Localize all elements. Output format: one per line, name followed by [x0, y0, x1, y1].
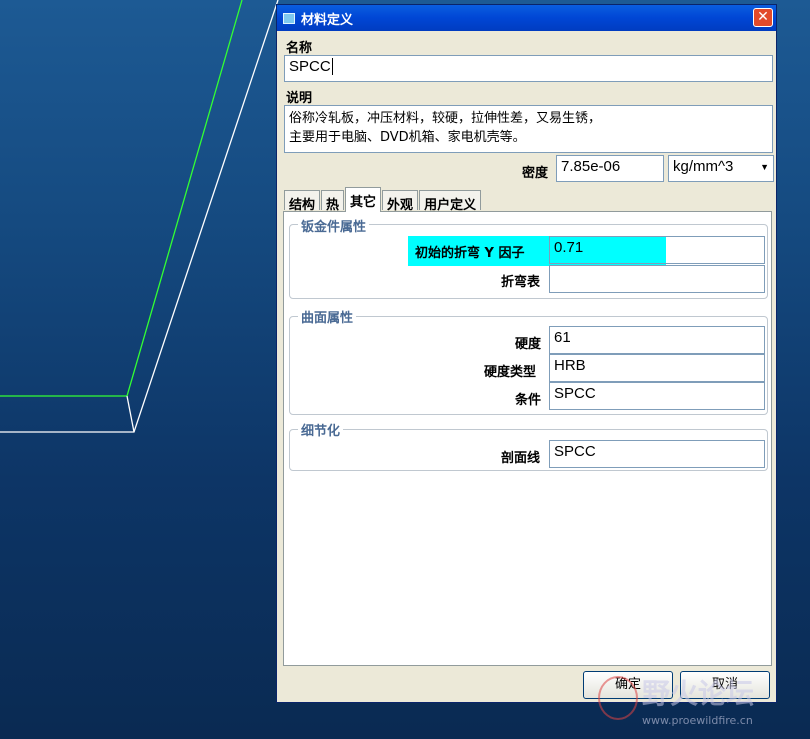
- y-factor-field[interactable]: 0.71: [549, 236, 765, 264]
- model-edge-white: [0, 0, 279, 433]
- tab-thermal[interactable]: 热: [321, 190, 345, 213]
- hardness-type-label: 硬度类型: [484, 365, 537, 380]
- tab-other[interactable]: 其它: [345, 187, 382, 212]
- model-edge-white-corner: [126, 395, 135, 433]
- bend-table-field[interactable]: [549, 265, 765, 293]
- bend-table-label: 折弯表: [501, 275, 541, 290]
- y-factor-label: 初始的折弯 Y 因子: [415, 246, 525, 261]
- hardness-type-field[interactable]: HRB: [549, 354, 765, 382]
- section-line-label: 剖面线: [501, 451, 541, 466]
- condition-field[interactable]: SPCC: [549, 382, 765, 410]
- text-cursor: [331, 58, 333, 75]
- model-edge-green: [0, 0, 243, 397]
- name-value: SPCC: [289, 58, 331, 75]
- description-label: 说明: [286, 91, 313, 106]
- name-field[interactable]: SPCC: [284, 55, 773, 82]
- section-line-field[interactable]: SPCC: [549, 440, 765, 468]
- watermark: 野火论坛 www.proewildfire.cn: [598, 672, 808, 736]
- density-unit-select[interactable]: kg/mm^3 ▼: [668, 155, 774, 182]
- window-icon: [283, 12, 295, 24]
- close-button[interactable]: ✕: [753, 8, 773, 27]
- sheetmetal-group-title: 钣金件属性: [298, 216, 370, 235]
- description-line-1: 俗称冷轧板，冲压材料，较硬，拉伸性差，又易生锈，: [289, 111, 602, 126]
- chevron-down-icon: ▼: [760, 162, 769, 172]
- hardness-field[interactable]: 61: [549, 326, 765, 354]
- density-unit-value: kg/mm^3: [673, 158, 734, 175]
- tab-panel-other: 钣金件属性 初始的折弯 Y 因子 0.71 折弯表 曲面属性 硬度 61 硬度类…: [283, 211, 772, 666]
- description-field[interactable]: 俗称冷轧板，冲压材料，较硬，拉伸性差，又易生锈， 主要用于电脑、DVD机箱、家电…: [284, 105, 773, 153]
- tab-appearance[interactable]: 外观: [382, 190, 419, 213]
- tab-user-defined[interactable]: 用户定义: [419, 190, 482, 213]
- dialog-title: 材料定义: [301, 12, 354, 28]
- material-definition-dialog: 材料定义 ✕ 名称 SPCC 说明 俗称冷轧板，冲压材料，较硬，拉伸性差，又易生…: [276, 4, 777, 703]
- density-label: 密度: [522, 166, 549, 181]
- tab-bar: 结构 热 其它 外观 用户定义: [284, 187, 482, 213]
- tab-structure[interactable]: 结构: [284, 190, 321, 213]
- description-line-2: 主要用于电脑、DVD机箱、家电机壳等。: [289, 130, 526, 145]
- watermark-logo-icon: [598, 676, 638, 720]
- name-label: 名称: [286, 41, 313, 56]
- condition-label: 条件: [515, 393, 542, 408]
- hardness-label: 硬度: [515, 337, 542, 352]
- title-bar[interactable]: 材料定义 ✕: [277, 5, 776, 31]
- watermark-url: www.proewildfire.cn: [642, 714, 753, 727]
- surface-group-title: 曲面属性: [298, 307, 357, 326]
- close-icon: ✕: [757, 9, 769, 25]
- detail-group-title: 细节化: [298, 420, 344, 439]
- density-field[interactable]: 7.85e-06: [556, 155, 664, 182]
- watermark-title: 野火论坛: [642, 677, 755, 710]
